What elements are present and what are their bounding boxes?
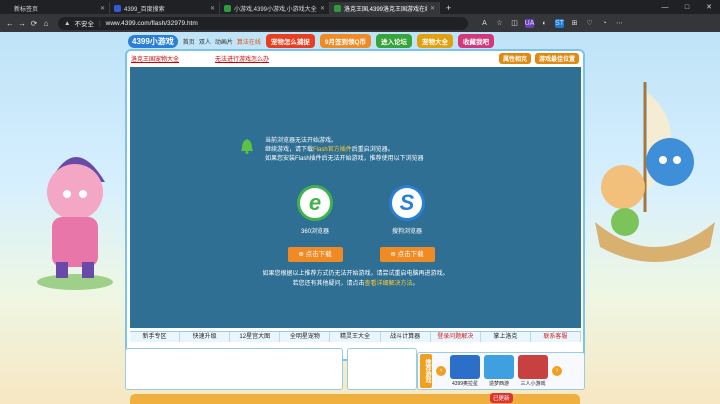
forum-button[interactable]: 进入论坛 [376, 34, 413, 48]
tab-login-help[interactable]: 登录问题解决 [431, 332, 481, 342]
home-icon[interactable]: ⌂ [40, 19, 52, 28]
best-position-button[interactable]: 游戏最佳位置 [534, 52, 579, 64]
nav-link-home[interactable]: 首页 [183, 37, 195, 46]
game-frame: 洛克王国宠物大全 无法进行游戏怎么办 属性相克 游戏最佳位置 当前浏览器无法开始… [125, 49, 585, 361]
read-aloud-icon[interactable]: A [480, 19, 489, 28]
prev-arrow-icon[interactable]: ‹ [436, 366, 446, 376]
tab-support[interactable]: 联系客服 [531, 332, 581, 342]
flash-stage: 当前浏览器无法开始游戏。 继续游戏，请下载Flash官方插件后重启浏览器。 如果… [130, 67, 581, 328]
footer-message: 如果您根据以上推荐方式仍无法开始游戏，请尝试重启电脑再进游戏。 若您还有其他疑问… [262, 271, 449, 287]
bell-icon [241, 139, 253, 154]
pet-list-button[interactable]: 宠物大全 [417, 34, 454, 48]
panel-left [125, 348, 343, 390]
menu-icon[interactable]: ⋯ [615, 19, 624, 28]
nav-links: 首页 双人 动画片 算法在线 [183, 37, 261, 46]
tab-calculator[interactable]: 战斗计算器 [381, 332, 431, 342]
heart-icon[interactable]: ♡ [585, 19, 594, 28]
tab-spirit-king[interactable]: 精灵王大全 [330, 332, 381, 342]
ua-icon[interactable]: UA [525, 18, 534, 28]
web-page: 4399小游戏 首页 双人 动画片 算法在线 宠物怎么捕捉 9月签到领Q币 进入… [0, 32, 720, 404]
address-bar[interactable]: ▲ 不安全 | www.4399.com/flash/32979.htm [58, 16, 468, 30]
extensions: A ☆ ◫ UA ◐ ST ⊞ ♡ ◔ ⋯ [480, 18, 624, 28]
reload-icon[interactable]: ⟳ [28, 19, 40, 28]
url-text[interactable]: www.4399.com/flash/32979.htm [106, 20, 198, 27]
detail-solution-link[interactable]: 查看详细解决方法 [364, 281, 412, 287]
signin-button[interactable]: 9月签到领Q币 [319, 34, 372, 48]
browser-sogou-name: 搜狗浏览器 [391, 229, 422, 235]
tab-icon [4, 5, 11, 12]
info-buttons: 属性相克 游戏最佳位置 [498, 52, 579, 64]
tab-icon [114, 4, 121, 12]
maximize-button[interactable]: □ [676, 4, 698, 11]
back-icon[interactable]: ← [4, 19, 16, 28]
recommend-label: 推荐游戏 [420, 354, 432, 388]
download-360-button[interactable]: ⊕ 点击下载 [287, 247, 343, 262]
minimize-button[interactable]: — [654, 4, 676, 11]
close-icon[interactable]: ✕ [210, 5, 215, 12]
favorite-button[interactable]: 收藏我吧 [458, 34, 495, 48]
close-window-button[interactable]: ✕ [698, 3, 720, 11]
new-tab-button[interactable]: + [440, 2, 457, 14]
flash-plugin-link[interactable]: Flash官方插件 [313, 147, 352, 153]
site-logo[interactable]: 4399小游戏 [128, 34, 178, 48]
close-icon[interactable]: ✕ [320, 5, 325, 12]
tab-4399[interactable]: 小游戏,4399小游戏,小游戏大全,双人✕ [220, 2, 330, 14]
cannot-play-link[interactable]: 无法进行游戏怎么办 [215, 54, 269, 63]
tab-new-tab[interactable]: 新标签页 ✕ [0, 2, 110, 14]
rec-game-2[interactable]: 造梦西游 [484, 355, 514, 387]
rec-game-thumb [484, 355, 514, 379]
close-icon[interactable]: ✕ [100, 5, 105, 12]
site-nav: 4399小游戏 首页 双人 动画片 算法在线 宠物怎么捕捉 9月签到领Q币 进入… [128, 34, 578, 48]
tab-allstar[interactable]: 全明星宠物 [280, 332, 331, 342]
browser-360-name: 360浏览器 [300, 229, 329, 235]
browser-sogou-icon[interactable]: S [389, 185, 425, 221]
pet-catch-button[interactable]: 宠物怎么捕捉 [265, 34, 315, 48]
profile-icon[interactable]: ◔ [600, 19, 609, 28]
attribute-button[interactable]: 属性相克 [498, 52, 531, 64]
collections-icon[interactable]: ⊞ [570, 19, 579, 28]
rec-game-thumb [518, 355, 548, 379]
browser-360-icon[interactable]: e [297, 185, 333, 221]
ext-icon[interactable]: ◐ [540, 19, 549, 28]
forward-icon[interactable]: → [16, 19, 28, 28]
recommend-games: 推荐游戏 ‹ 4399奥拉星 造梦西游 三人小游戏 › [417, 352, 585, 390]
rec-game-1[interactable]: 4399奥拉星 [450, 355, 480, 387]
tab-icon [224, 4, 231, 12]
update-badge: 已更新 [490, 393, 513, 403]
warning-icon: ▲ [64, 19, 71, 27]
flash-message: 当前浏览器无法开始游戏。 继续游戏，请下载Flash官方插件后重启浏览器。 如果… [265, 138, 424, 162]
tab-icon [334, 4, 341, 12]
pet-list-link[interactable]: 洛克王国宠物大全 [131, 54, 179, 63]
download-sogou-button[interactable]: ⊕ 点击下载 [379, 247, 435, 262]
address-toolbar: ← → ⟳ ⌂ ▲ 不安全 | www.4399.com/flash/32979… [0, 14, 720, 32]
rec-game-thumb [450, 355, 480, 379]
browser-360: e 360浏览器 ⊕ 点击下载 [280, 185, 350, 262]
browser-sogou: S 搜狗浏览器 ⊕ 点击下载 [372, 185, 442, 262]
nav-link-anime[interactable]: 动画片 [215, 37, 233, 46]
tab-mobile[interactable]: 掌上洛克 [481, 332, 531, 342]
rec-game-3[interactable]: 三人小游戏 [518, 355, 548, 387]
left-character-image [37, 157, 113, 290]
game-bottom-tabs: 新手专区 快速升级 12星宫大图 全明星宠物 精灵王大全 战斗计算器 登录问题解… [130, 331, 581, 342]
panel-middle [347, 348, 417, 390]
tab-roco[interactable]: 洛克王国,4399洛克王国游戏在线玩✕ [330, 2, 440, 14]
split-icon[interactable]: ◫ [510, 19, 519, 28]
next-arrow-icon[interactable]: › [552, 366, 562, 376]
security-label: 不安全 [74, 21, 94, 28]
nav-link-double[interactable]: 双人 [199, 37, 211, 46]
close-icon[interactable]: ✕ [430, 5, 435, 12]
tab-levelup[interactable]: 快速升级 [180, 332, 231, 342]
right-character-image [595, 82, 715, 262]
browser-tab-bar: 新标签页✕ 4399_百度搜索✕ 小游戏,4399小游戏,小游戏大全,双人✕ 洛… [0, 0, 720, 14]
tab-baidu[interactable]: 4399_百度搜索 ✕ [110, 2, 220, 14]
window-controls: — □ ✕ [654, 0, 720, 14]
tab-zodiac[interactable]: 12星宫大图 [230, 332, 281, 342]
st-icon[interactable]: ST [555, 18, 564, 28]
game-info-bar: 洛克王国宠物大全 无法进行游戏怎么办 属性相克 游戏最佳位置 [127, 51, 583, 65]
favorite-icon[interactable]: ☆ [495, 19, 504, 28]
nav-link-algo[interactable]: 算法在线 [237, 37, 261, 46]
tab-newbie[interactable]: 新手专区 [130, 332, 181, 342]
